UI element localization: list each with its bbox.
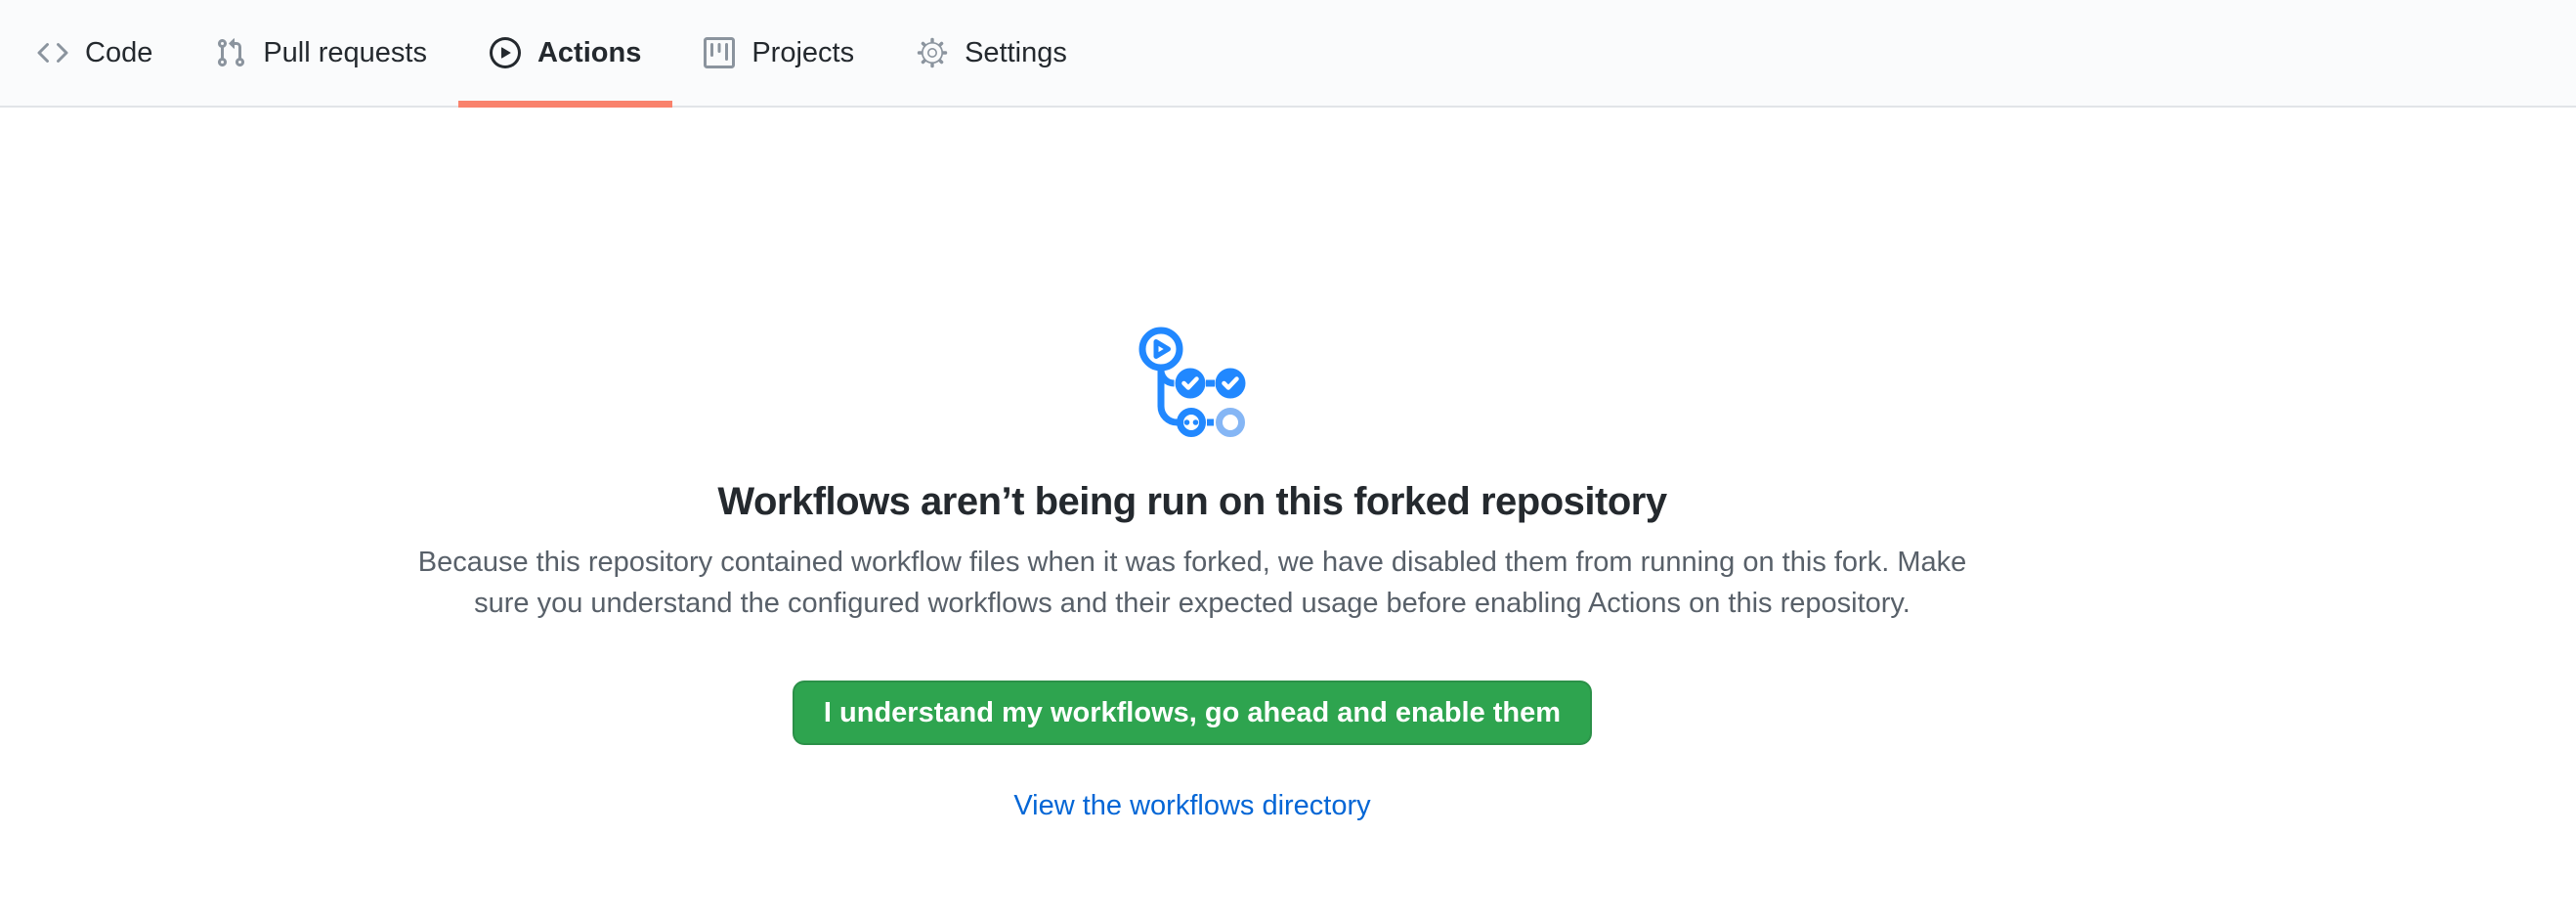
tab-label: Settings: [965, 37, 1067, 69]
link-row: View the workflows directory: [410, 790, 1974, 822]
project-icon: [704, 37, 735, 68]
tab-label: Code: [85, 37, 152, 69]
code-icon: [37, 37, 68, 68]
gear-icon: [917, 37, 948, 68]
tab-pull-requests[interactable]: Pull requests: [184, 0, 458, 106]
enable-workflows-button[interactable]: I understand my workflows, go ahead and …: [793, 681, 1592, 745]
actions-disabled-notice: Workflows aren’t being run on this forke…: [410, 327, 1974, 822]
workflow-graph-icon: [1138, 327, 1248, 437]
tab-code[interactable]: Code: [6, 0, 184, 106]
tab-label: Pull requests: [263, 37, 427, 69]
tab-projects[interactable]: Projects: [672, 0, 885, 106]
workflows-directory-link[interactable]: View the workflows directory: [1013, 790, 1370, 821]
play-icon: [490, 37, 521, 68]
repo-tab-nav: Code Pull requests Actions Projects: [0, 0, 2576, 108]
notice-description: Because this repository contained workfl…: [410, 542, 1974, 624]
illustration-wrap: [410, 327, 1974, 442]
git-pull-request-icon: [215, 37, 246, 68]
tab-actions[interactable]: Actions: [458, 0, 672, 106]
tab-settings[interactable]: Settings: [885, 0, 1098, 106]
tab-label: Projects: [751, 37, 854, 69]
tab-label: Actions: [537, 37, 641, 69]
button-row: I understand my workflows, go ahead and …: [410, 681, 1974, 745]
notice-title: Workflows aren’t being run on this forke…: [410, 477, 1974, 526]
